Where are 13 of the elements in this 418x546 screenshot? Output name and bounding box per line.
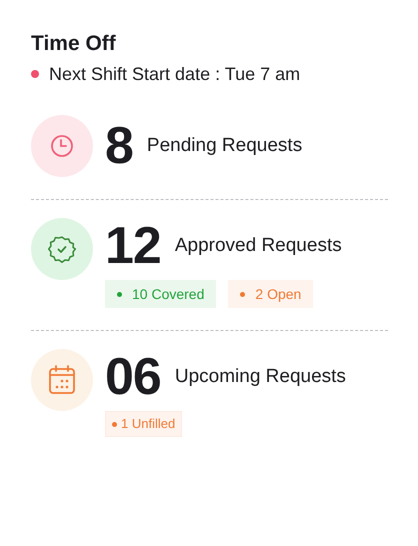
request-count: 06 [105,349,161,405]
next-shift-text: Next Shift Start date : Tue 7 am [49,63,300,85]
tag-text: 10 Covered [132,285,204,303]
request-count: 12 [105,218,161,274]
calendar-icon [48,365,76,395]
clock-icon [50,134,74,158]
tag-text: 1 Unfilled [121,415,176,433]
request-label: Pending Requests [146,134,302,158]
card-title: Time Off [31,31,117,57]
request-label: Upcoming Requests [174,365,346,389]
request-count: 8 [105,118,133,174]
request-label: Approved Requests [174,234,342,258]
tag-text: 2 Open [255,285,302,303]
